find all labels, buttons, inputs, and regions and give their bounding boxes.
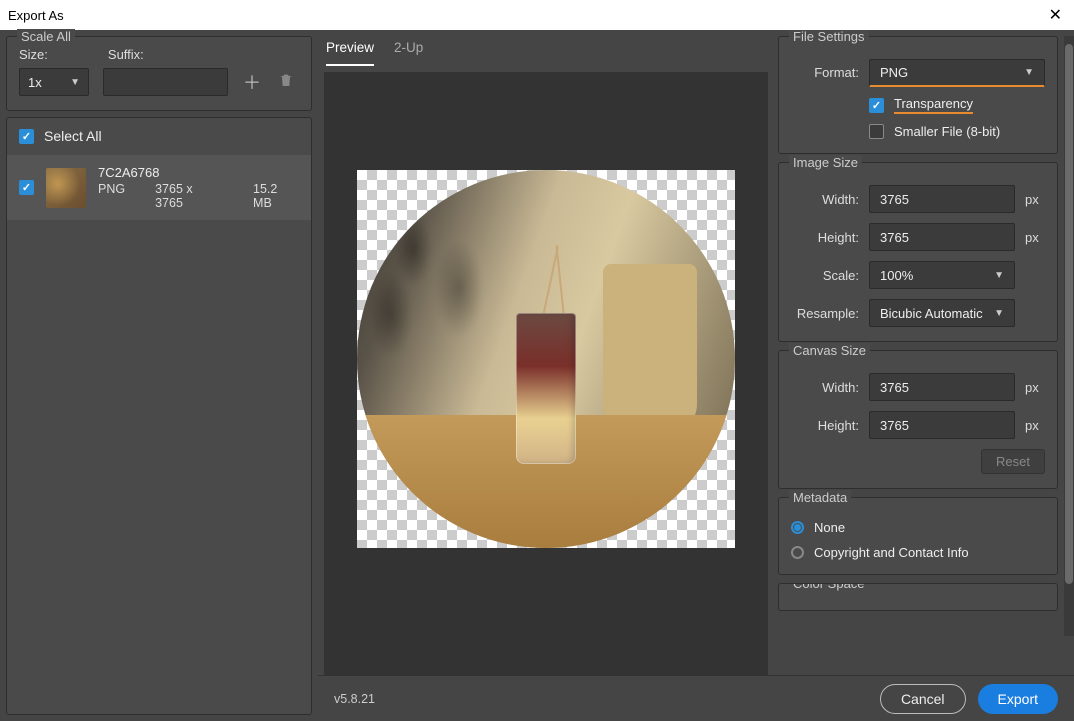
format-value: PNG (880, 65, 908, 80)
metadata-copyright-radio[interactable] (791, 546, 804, 559)
canvas-height-label: Height: (791, 418, 859, 433)
delete-size-button[interactable] (276, 72, 296, 93)
image-height-input[interactable]: 3765 (869, 223, 1015, 251)
scale-all-legend: Scale All (17, 29, 75, 44)
file-checkbox[interactable]: ✓ (19, 180, 34, 195)
preview-area[interactable]: − 10% + (324, 72, 768, 715)
close-icon[interactable]: ✕ (1049, 5, 1062, 25)
transparency-checkbox[interactable]: ✓ (869, 98, 884, 113)
height-label: Height: (791, 230, 859, 245)
canvas-size-legend: Canvas Size (789, 343, 870, 358)
metadata-section: Metadata None Copyright and Contact Info (778, 497, 1058, 575)
unit-px: px (1025, 192, 1045, 207)
canvas-width-label: Width: (791, 380, 859, 395)
metadata-none-radio[interactable] (791, 521, 804, 534)
file-format: PNG (98, 182, 125, 210)
unit-px: px (1025, 230, 1045, 245)
metadata-copyright-label: Copyright and Contact Info (814, 545, 969, 560)
resample-select[interactable]: Bicubic Automatic▼ (869, 299, 1015, 327)
file-thumbnail (46, 168, 86, 208)
chevron-down-icon: ▼ (70, 77, 80, 88)
format-select[interactable]: PNG ▼ (869, 59, 1045, 87)
canvas-size-section: Canvas Size Width: 3765 px Height: 3765 … (778, 350, 1058, 489)
select-all-row[interactable]: ✓ Select All (7, 118, 311, 154)
tab-preview[interactable]: Preview (326, 40, 374, 66)
scale-label: Scale: (791, 268, 859, 283)
width-label: Width: (791, 192, 859, 207)
scale-all-section: Scale All Size: Suffix: 1x ▼ ＋ (6, 36, 312, 111)
preview-canvas (357, 170, 735, 548)
size-select[interactable]: 1x ▼ (19, 68, 89, 96)
color-space-section: Color Space (778, 583, 1058, 611)
reset-button[interactable]: Reset (981, 449, 1045, 474)
scale-select[interactable]: 100%▼ (869, 261, 1015, 289)
suffix-input[interactable] (103, 68, 228, 96)
smaller-file-checkbox[interactable] (869, 124, 884, 139)
metadata-none-label: None (814, 520, 845, 535)
chevron-down-icon: ▼ (994, 308, 1004, 319)
file-dimensions: 3765 x 3765 (155, 182, 223, 210)
color-space-legend: Color Space (789, 583, 869, 591)
smaller-file-label: Smaller File (8-bit) (894, 124, 1000, 139)
image-width-input[interactable]: 3765 (869, 185, 1015, 213)
image-size-legend: Image Size (789, 155, 862, 170)
scrollbar[interactable] (1064, 36, 1074, 636)
file-list-section: ✓ Select All ✓ 7C2A6768 PNG 3765 x 3765 … (6, 117, 312, 715)
version-label: v5.8.21 (334, 692, 375, 706)
center-panel: Preview 2-Up − 10% + (318, 30, 774, 721)
left-panel: Scale All Size: Suffix: 1x ▼ ＋ ✓ S (0, 30, 318, 721)
resample-label: Resample: (791, 306, 859, 321)
chevron-down-icon: ▼ (1024, 67, 1034, 78)
cancel-button[interactable]: Cancel (880, 684, 966, 714)
image-size-section: Image Size Width: 3765 px Height: 3765 p… (778, 162, 1058, 342)
file-settings-section: File Settings Format: PNG ▼ ✓ Transparen… (778, 36, 1058, 154)
file-name: 7C2A6768 (98, 165, 299, 180)
footer: v5.8.21 Cancel Export (318, 675, 1074, 721)
suffix-label: Suffix: (108, 47, 144, 62)
chevron-down-icon: ▼ (994, 270, 1004, 281)
unit-px: px (1025, 418, 1045, 433)
select-all-checkbox[interactable]: ✓ (19, 129, 34, 144)
canvas-width-input[interactable]: 3765 (869, 373, 1015, 401)
transparency-label: Transparency (894, 96, 973, 114)
file-settings-legend: File Settings (789, 30, 869, 44)
unit-px: px (1025, 380, 1045, 395)
dialog-title: Export As (8, 8, 64, 23)
tab-2up[interactable]: 2-Up (394, 40, 423, 66)
metadata-legend: Metadata (789, 490, 851, 505)
preview-image (357, 170, 735, 548)
file-list-item[interactable]: ✓ 7C2A6768 PNG 3765 x 3765 15.2 MB (7, 155, 311, 220)
file-size: 15.2 MB (253, 182, 299, 210)
size-label: Size: (19, 47, 48, 62)
right-panel: File Settings Format: PNG ▼ ✓ Transparen… (774, 30, 1074, 721)
add-size-button[interactable]: ＋ (242, 69, 262, 95)
canvas-height-input[interactable]: 3765 (869, 411, 1015, 439)
export-button[interactable]: Export (978, 684, 1058, 714)
size-value: 1x (28, 75, 42, 90)
format-label: Format: (791, 65, 859, 80)
select-all-label: Select All (44, 128, 102, 144)
preview-tabs: Preview 2-Up (318, 30, 774, 66)
